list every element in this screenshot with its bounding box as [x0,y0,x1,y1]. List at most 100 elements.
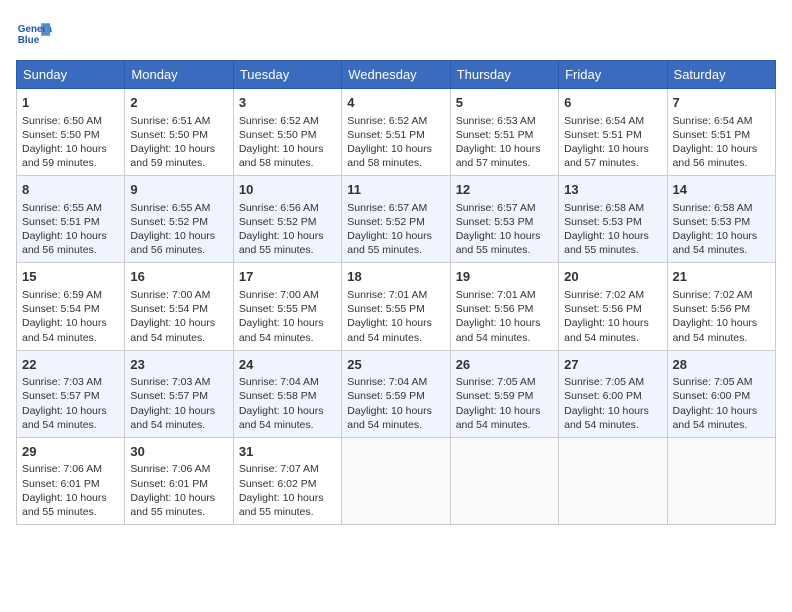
calendar-cell: 28Sunrise: 7:05 AM Sunset: 6:00 PM Dayli… [667,350,775,437]
calendar-cell: 8Sunrise: 6:55 AM Sunset: 5:51 PM Daylig… [17,176,125,263]
calendar-cell [342,437,450,524]
day-number: 3 [239,94,336,112]
day-number: 12 [456,181,553,199]
day-info: Sunrise: 7:03 AM Sunset: 5:57 PM Dayligh… [130,375,227,432]
day-info: Sunrise: 7:07 AM Sunset: 6:02 PM Dayligh… [239,462,336,519]
day-number: 7 [673,94,770,112]
day-number: 31 [239,443,336,461]
day-number: 28 [673,356,770,374]
calendar-cell: 4 Sunrise: 6:52 AM Sunset: 5:51 PM Daylig… [342,89,450,176]
calendar-cell: 27Sunrise: 7:05 AM Sunset: 6:00 PM Dayli… [559,350,667,437]
calendar-cell: 11 Sunrise: 6:57 AM Sunset: 5:52 PM Dayli… [342,176,450,263]
day-number: 19 [456,268,553,286]
day-number: 20 [564,268,661,286]
day-info: Sunrise: 6:56 AM Sunset: 5:52 PM Dayligh… [239,201,336,258]
calendar-cell: 15 Sunrise: 6:59 AM Sunset: 5:54 PM Dayli… [17,263,125,350]
weekday-header-monday: Monday [125,61,233,89]
day-info: Sunrise: 6:52 AM Sunset: 5:51 PM Dayligh… [347,114,444,171]
day-number: 11 [347,181,444,199]
logo: General Blue [16,16,52,52]
day-info: Sunrise: 7:00 AM Sunset: 5:55 PM Dayligh… [239,288,336,345]
day-info: Sunrise: 6:58 AM Sunset: 5:53 PM Dayligh… [564,201,661,258]
calendar-cell: 2 Sunrise: 6:51 AM Sunset: 5:50 PM Daylig… [125,89,233,176]
day-info: Sunrise: 7:02 AM Sunset: 5:56 PM Dayligh… [564,288,661,345]
calendar-cell: 17 Sunrise: 7:00 AM Sunset: 5:55 PM Dayli… [233,263,341,350]
logo-icon: General Blue [16,16,52,52]
day-number: 15 [22,268,119,286]
calendar-cell: 12 Sunrise: 6:57 AM Sunset: 5:53 PM Dayli… [450,176,558,263]
day-info: Sunrise: 7:06 AM Sunset: 6:01 PM Dayligh… [130,462,227,519]
calendar-cell [667,437,775,524]
day-number: 2 [130,94,227,112]
weekday-header-sunday: Sunday [17,61,125,89]
day-number: 17 [239,268,336,286]
day-info: Sunrise: 6:54 AM Sunset: 5:51 PM Dayligh… [673,114,770,171]
calendar-cell: 1 Sunrise: 6:50 AM Sunset: 5:50 PM Daylig… [17,89,125,176]
day-number: 22 [22,356,119,374]
day-info: Sunrise: 6:59 AM Sunset: 5:54 PM Dayligh… [22,288,119,345]
day-number: 5 [456,94,553,112]
day-number: 29 [22,443,119,461]
calendar-cell: 13 Sunrise: 6:58 AM Sunset: 5:53 PM Dayli… [559,176,667,263]
calendar: SundayMondayTuesdayWednesdayThursdayFrid… [16,60,776,525]
calendar-cell: 16 Sunrise: 7:00 AM Sunset: 5:54 PM Dayli… [125,263,233,350]
weekday-header-tuesday: Tuesday [233,61,341,89]
day-info: Sunrise: 7:01 AM Sunset: 5:55 PM Dayligh… [347,288,444,345]
day-number: 21 [673,268,770,286]
day-number: 14 [673,181,770,199]
day-number: 1 [22,94,119,112]
calendar-cell: 9 Sunrise: 6:55 AM Sunset: 5:52 PM Daylig… [125,176,233,263]
day-info: Sunrise: 6:52 AM Sunset: 5:50 PM Dayligh… [239,114,336,171]
day-number: 24 [239,356,336,374]
calendar-cell: 26Sunrise: 7:05 AM Sunset: 5:59 PM Dayli… [450,350,558,437]
calendar-cell: 3 Sunrise: 6:52 AM Sunset: 5:50 PM Daylig… [233,89,341,176]
day-number: 23 [130,356,227,374]
calendar-cell: 31Sunrise: 7:07 AM Sunset: 6:02 PM Dayli… [233,437,341,524]
day-info: Sunrise: 6:53 AM Sunset: 5:51 PM Dayligh… [456,114,553,171]
day-info: Sunrise: 7:04 AM Sunset: 5:59 PM Dayligh… [347,375,444,432]
day-info: Sunrise: 7:05 AM Sunset: 6:00 PM Dayligh… [564,375,661,432]
header: General Blue [16,16,776,52]
day-number: 26 [456,356,553,374]
calendar-cell: 20 Sunrise: 7:02 AM Sunset: 5:56 PM Dayli… [559,263,667,350]
calendar-cell: 14 Sunrise: 6:58 AM Sunset: 5:53 PM Dayli… [667,176,775,263]
day-number: 27 [564,356,661,374]
day-number: 8 [22,181,119,199]
day-number: 4 [347,94,444,112]
day-number: 9 [130,181,227,199]
weekday-header-friday: Friday [559,61,667,89]
day-number: 10 [239,181,336,199]
calendar-cell [450,437,558,524]
day-info: Sunrise: 7:05 AM Sunset: 5:59 PM Dayligh… [456,375,553,432]
day-info: Sunrise: 7:01 AM Sunset: 5:56 PM Dayligh… [456,288,553,345]
day-info: Sunrise: 7:04 AM Sunset: 5:58 PM Dayligh… [239,375,336,432]
calendar-cell: 19 Sunrise: 7:01 AM Sunset: 5:56 PM Dayli… [450,263,558,350]
calendar-cell: 7 Sunrise: 6:54 AM Sunset: 5:51 PM Daylig… [667,89,775,176]
day-info: Sunrise: 6:57 AM Sunset: 5:52 PM Dayligh… [347,201,444,258]
calendar-cell: 21 Sunrise: 7:02 AM Sunset: 5:56 PM Dayli… [667,263,775,350]
day-number: 18 [347,268,444,286]
calendar-cell: 10 Sunrise: 6:56 AM Sunset: 5:52 PM Dayli… [233,176,341,263]
day-info: Sunrise: 6:54 AM Sunset: 5:51 PM Dayligh… [564,114,661,171]
day-info: Sunrise: 6:51 AM Sunset: 5:50 PM Dayligh… [130,114,227,171]
day-info: Sunrise: 6:50 AM Sunset: 5:50 PM Dayligh… [22,114,119,171]
day-number: 6 [564,94,661,112]
calendar-cell: 5 Sunrise: 6:53 AM Sunset: 5:51 PM Daylig… [450,89,558,176]
day-info: Sunrise: 7:06 AM Sunset: 6:01 PM Dayligh… [22,462,119,519]
calendar-cell: 24Sunrise: 7:04 AM Sunset: 5:58 PM Dayli… [233,350,341,437]
day-number: 25 [347,356,444,374]
weekday-header-saturday: Saturday [667,61,775,89]
day-number: 16 [130,268,227,286]
day-info: Sunrise: 6:57 AM Sunset: 5:53 PM Dayligh… [456,201,553,258]
day-info: Sunrise: 7:00 AM Sunset: 5:54 PM Dayligh… [130,288,227,345]
weekday-header-thursday: Thursday [450,61,558,89]
day-number: 13 [564,181,661,199]
day-info: Sunrise: 6:55 AM Sunset: 5:52 PM Dayligh… [130,201,227,258]
day-info: Sunrise: 6:58 AM Sunset: 5:53 PM Dayligh… [673,201,770,258]
day-info: Sunrise: 7:03 AM Sunset: 5:57 PM Dayligh… [22,375,119,432]
calendar-cell [559,437,667,524]
day-info: Sunrise: 7:05 AM Sunset: 6:00 PM Dayligh… [673,375,770,432]
svg-text:Blue: Blue [18,35,40,46]
calendar-cell: 6 Sunrise: 6:54 AM Sunset: 5:51 PM Daylig… [559,89,667,176]
day-info: Sunrise: 7:02 AM Sunset: 5:56 PM Dayligh… [673,288,770,345]
